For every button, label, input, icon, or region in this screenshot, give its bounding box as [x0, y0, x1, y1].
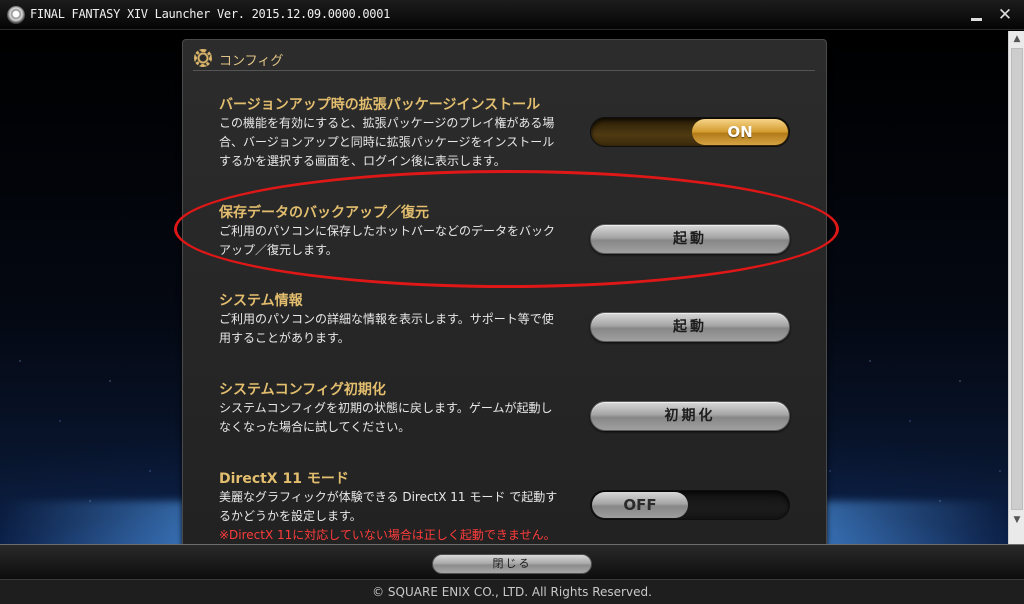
scroll-down-arrow-icon[interactable]: ▼ [1009, 512, 1024, 528]
setting-description: ご利用のパソコンの詳細な情報を表示します。サポート等で使用することがあります。 [219, 312, 554, 345]
close-window-button[interactable]: ✕ [996, 6, 1014, 24]
vertical-scrollbar[interactable]: ▲ ▼ [1008, 31, 1024, 544]
close-button[interactable]: 閉じる [432, 554, 592, 574]
setting-title: システムコンフィグ初期化 [219, 382, 386, 398]
setting-description: この機能を有効にすると、拡張パッケージのプレイ権がある場合、バージョンアップと同… [219, 116, 555, 168]
toggle-knob[interactable]: ON [692, 119, 788, 145]
scroll-thumb[interactable] [1011, 48, 1023, 510]
minimize-button[interactable] [968, 6, 986, 24]
setting-description: システムコンフィグを初期の状態に戻します。ゲームが起動しなくなった場合に試してく… [219, 401, 553, 434]
directx-warning-text: ※DirectX 11に対応していない場合は正しく起動できません。 [219, 528, 556, 542]
scroll-up-arrow-icon[interactable]: ▲ [1009, 31, 1024, 47]
gear-icon [194, 49, 212, 67]
reset-config-button[interactable]: 初期化 [590, 401, 790, 431]
setting-description: 美麗なグラフィックが体験できる DirectX 11 モード で起動するかどうか… [219, 488, 564, 545]
window-title: FINAL FANTASY XIV Launcher Ver. 2015.12.… [30, 7, 391, 21]
title-bar: FINAL FANTASY XIV Launcher Ver. 2015.12.… [0, 0, 1024, 30]
toggle-knob[interactable]: OFF [592, 492, 688, 518]
setting-description: ご利用のパソコンに保存したホットバーなどのデータをバックアップ／復元します。 [219, 224, 556, 257]
setting-title: バージョンアップ時の拡張パッケージインストール [219, 97, 541, 113]
panel-title: コンフィグ [219, 54, 284, 69]
app-logo-icon [7, 6, 25, 24]
bottom-bar: 閉じる [0, 544, 1024, 580]
system-info-launch-button[interactable]: 起動 [590, 312, 790, 342]
setting-title: システム情報 [219, 293, 303, 309]
backup-launch-button[interactable]: 起動 [590, 224, 790, 254]
panel-header: コンフィグ [193, 45, 815, 71]
footer: © SQUARE ENIX CO., LTD. All Rights Reser… [0, 580, 1024, 604]
setting-title: DirectX 11 モード [219, 471, 349, 487]
config-panel: コンフィグ バージョンアップ時の拡張パッケージインストール この機能を有効にする… [182, 39, 827, 549]
setting-title: 保存データのバックアップ／復元 [219, 205, 429, 221]
copyright-text: © SQUARE ENIX CO., LTD. All Rights Reser… [372, 585, 652, 599]
setting-description-text: 美麗なグラフィックが体験できる DirectX 11 モード で起動するかどうか… [219, 490, 558, 523]
directx11-toggle[interactable]: OFF [590, 490, 790, 520]
expansion-install-toggle[interactable]: ON [590, 117, 790, 147]
